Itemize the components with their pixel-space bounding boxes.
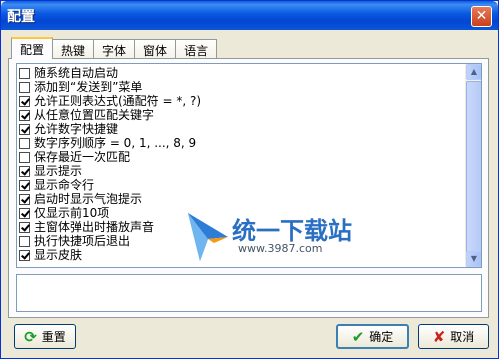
- checkbox[interactable]: [19, 81, 30, 93]
- cancel-label: 取消: [450, 330, 475, 344]
- checkbox[interactable]: [19, 179, 30, 191]
- close-button[interactable]: ✕: [471, 6, 492, 27]
- reset-label: 重置: [41, 330, 66, 344]
- tab-strip: 配置 热键 字体 窗体 语言: [11, 37, 218, 59]
- tab-hotkey[interactable]: 热键: [52, 39, 95, 59]
- tab-font[interactable]: 字体: [93, 39, 136, 59]
- checkbox[interactable]: [19, 249, 30, 261]
- list-item[interactable]: 显示命令行: [19, 178, 94, 192]
- ok-button[interactable]: ✔ 确定: [336, 324, 409, 349]
- option-label: 保存最近一次匹配: [34, 150, 131, 164]
- checkbox[interactable]: [19, 67, 30, 79]
- checkbox[interactable]: [19, 193, 30, 205]
- options-list[interactable]: 随系统自动启动 添加到“发送到”菜单 允许正则表达式(通配符 = *, ?) 从…: [16, 63, 482, 268]
- list-item[interactable]: 仅显示前10项: [19, 206, 109, 220]
- title-bar[interactable]: 配置 ✕: [1, 1, 498, 30]
- tab-panel: 随系统自动启动 添加到“发送到”菜单 允许正则表达式(通配符 = *, ?) 从…: [8, 58, 489, 318]
- refresh-icon: ⟳: [24, 327, 37, 346]
- checkbox[interactable]: [19, 95, 30, 107]
- option-label: 数字序列顺序 = 0, 1, ..., 8, 9: [34, 136, 197, 150]
- check-icon: ✔: [351, 327, 365, 346]
- chevron-up-icon: ▲: [470, 67, 478, 76]
- scroll-up-button[interactable]: ▲: [466, 64, 481, 80]
- option-label: 主窗体弹出时播放声音: [34, 220, 155, 234]
- scroll-down-button[interactable]: ▼: [466, 251, 481, 267]
- list-item[interactable]: 从任意位置匹配关键字: [19, 108, 154, 122]
- config-dialog: 配置 ✕ 配置 热键 字体 窗体 语言 随系统自动启动 添加到“发送到”菜单 允…: [0, 0, 499, 359]
- checkbox[interactable]: [19, 123, 30, 135]
- window-title: 配置: [7, 9, 35, 25]
- ok-label: 确定: [369, 330, 394, 344]
- x-icon: ✘: [432, 327, 446, 346]
- list-item[interactable]: 执行快捷项后退出: [19, 234, 130, 248]
- checkbox[interactable]: [19, 221, 30, 233]
- reset-button[interactable]: ⟳ 重置: [14, 324, 76, 349]
- option-label: 随系统自动启动: [34, 66, 119, 80]
- option-label: 允许正则表达式(通配符 = *, ?): [34, 94, 202, 108]
- list-item[interactable]: 显示皮肤: [19, 248, 82, 262]
- tab-language[interactable]: 语言: [175, 39, 218, 59]
- checkbox[interactable]: [19, 235, 30, 247]
- close-icon: ✕: [475, 8, 488, 24]
- checkbox[interactable]: [19, 207, 30, 219]
- list-item[interactable]: 允许数字快捷键: [19, 122, 118, 136]
- vertical-scrollbar[interactable]: ▲ ▼: [465, 64, 481, 267]
- scroll-thumb[interactable]: [466, 81, 481, 256]
- list-item[interactable]: 数字序列顺序 = 0, 1, ..., 8, 9: [19, 136, 196, 150]
- checkbox[interactable]: [19, 151, 30, 163]
- option-label: 允许数字快捷键: [34, 122, 119, 136]
- list-item[interactable]: 添加到“发送到”菜单: [19, 80, 142, 94]
- list-item[interactable]: 随系统自动启动: [19, 66, 118, 80]
- option-label: 显示皮肤: [34, 248, 83, 262]
- option-label: 显示命令行: [34, 178, 95, 192]
- option-label: 启动时显示气泡提示: [34, 192, 143, 206]
- option-label: 显示提示: [34, 164, 83, 178]
- list-item[interactable]: 启动时显示气泡提示: [19, 192, 142, 206]
- chevron-down-icon: ▼: [470, 254, 478, 263]
- list-item[interactable]: 保存最近一次匹配: [19, 150, 130, 164]
- option-label: 执行快捷项后退出: [34, 234, 131, 248]
- checkbox[interactable]: [19, 165, 30, 177]
- list-item[interactable]: 显示提示: [19, 164, 82, 178]
- description-box: [16, 274, 482, 312]
- checkbox[interactable]: [19, 109, 30, 121]
- tab-config[interactable]: 配置: [11, 37, 54, 59]
- tab-window[interactable]: 窗体: [134, 39, 177, 59]
- checkbox[interactable]: [19, 137, 30, 149]
- cancel-button[interactable]: ✘ 取消: [418, 324, 489, 349]
- option-label: 仅显示前10项: [34, 206, 110, 220]
- option-label: 添加到“发送到”菜单: [34, 80, 143, 94]
- option-label: 从任意位置匹配关键字: [34, 108, 155, 122]
- list-item[interactable]: 允许正则表达式(通配符 = *, ?): [19, 94, 201, 108]
- list-item[interactable]: 主窗体弹出时播放声音: [19, 220, 154, 234]
